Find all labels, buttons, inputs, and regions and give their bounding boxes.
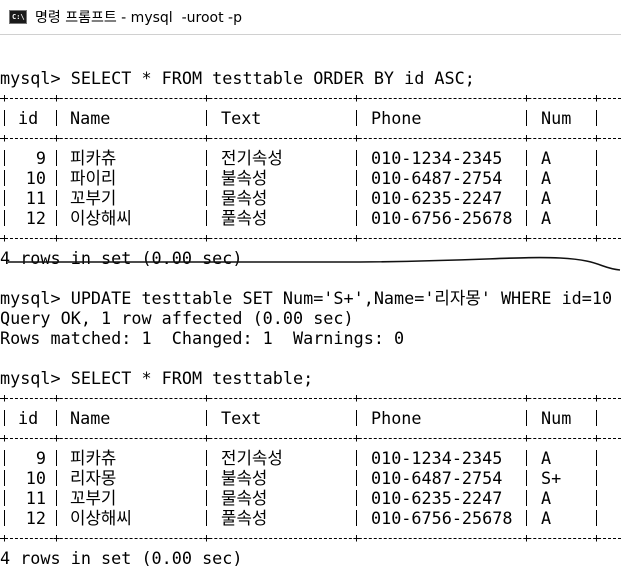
column-header: Name bbox=[70, 108, 111, 128]
table-cell: 11 bbox=[25, 488, 46, 508]
table-cell: 9 bbox=[35, 448, 46, 468]
table-cell: 이상해씨 bbox=[70, 208, 132, 228]
table-cell: 010-6756-25678 bbox=[371, 508, 513, 528]
rows-matched-message: Rows matched: 1 Changed: 1 Warnings: 0 bbox=[0, 328, 405, 348]
table-cell: 010-6235-2247 bbox=[371, 188, 503, 208]
result-summary: 4 rows in set (0.00 sec) bbox=[0, 548, 243, 568]
column-header: id bbox=[18, 108, 39, 128]
table-cell: A bbox=[541, 168, 552, 188]
table-cell: 12 bbox=[25, 208, 46, 228]
table-cell: 풀속성 bbox=[221, 508, 268, 528]
table-cell: 010-6235-2247 bbox=[371, 488, 503, 508]
table-cell: 010-1234-2345 bbox=[371, 148, 503, 168]
query-ok-message: Query OK, 1 row affected (0.00 sec) bbox=[0, 308, 354, 328]
table-cell: 전기속성 bbox=[221, 448, 283, 468]
table-row: 11 꼬부기 물속성 010-6235-2247 A bbox=[0, 188, 621, 208]
table-cell: S+ bbox=[541, 468, 562, 488]
table-row: 9 피카츄 전기속성 010-1234-2345 A bbox=[0, 448, 621, 468]
table-cell: 12 bbox=[25, 508, 46, 528]
table-border: + + + + + + bbox=[0, 428, 621, 448]
table-row: 12 이상해씨 풀속성 010-6756-25678 A bbox=[0, 208, 621, 228]
table-cell: 피카츄 bbox=[70, 148, 117, 168]
table-cell: 010-6756-25678 bbox=[371, 208, 513, 228]
cmd-icon: C:\ bbox=[9, 10, 27, 24]
result-table: + + + + + + id Name Text Phone Num + + + + + +9 피카츄 전기속성 01… bbox=[0, 388, 621, 548]
table-header-row: id Name Text Phone Num bbox=[0, 108, 621, 128]
table-cell: 전기속성 bbox=[221, 148, 283, 168]
table-cell: 10 bbox=[25, 168, 46, 188]
table-border: + + + + + + bbox=[0, 128, 621, 148]
window-title: 명령 프롬프트 - mysql -uroot -p bbox=[35, 10, 242, 26]
table-cell: 물속성 bbox=[221, 188, 268, 208]
column-header: Name bbox=[70, 408, 111, 428]
table-cell: A bbox=[541, 148, 552, 168]
table-cell: A bbox=[541, 488, 552, 508]
table-cell: 불속성 bbox=[221, 168, 268, 188]
table-header-row: id Name Text Phone Num bbox=[0, 408, 621, 428]
table-cell: 물속성 bbox=[221, 488, 268, 508]
command-line: mysql> SELECT * FROM testtable ORDER BY … bbox=[0, 68, 475, 88]
table-border: + + + + + + bbox=[0, 388, 621, 408]
command-line: mysql> UPDATE testtable SET Num='S+',Nam… bbox=[0, 288, 613, 308]
table-row: 9 피카츄 전기속성 010-1234-2345 A bbox=[0, 148, 621, 168]
column-header: Text bbox=[221, 108, 262, 128]
table-cell: 리자몽 bbox=[70, 468, 117, 488]
pen-scribble bbox=[7, 256, 621, 271]
table-cell: 풀속성 bbox=[221, 208, 268, 228]
table-border: + + + + + + bbox=[0, 528, 621, 548]
column-header: Num bbox=[541, 408, 572, 428]
column-header: Num bbox=[541, 108, 572, 128]
table-cell: 010-6487-2754 bbox=[371, 468, 503, 488]
table-cell: A bbox=[541, 448, 552, 468]
table-cell: 꼬부기 bbox=[70, 188, 117, 208]
column-header: Phone bbox=[371, 408, 422, 428]
table-border: + + + + + + bbox=[0, 228, 621, 248]
command-line: mysql> SELECT * FROM testtable; bbox=[0, 368, 314, 388]
table-row: 12 이상해씨 풀속성 010-6756-25678 A bbox=[0, 508, 621, 528]
table-cell: 010-6487-2754 bbox=[371, 168, 503, 188]
table-cell: 10 bbox=[25, 468, 46, 488]
column-header: Text bbox=[221, 408, 262, 428]
table-row: 10 리자몽 불속성 010-6487-2754 S+ bbox=[0, 468, 621, 488]
table-row: 10 파이리 불속성 010-6487-2754 A bbox=[0, 168, 621, 188]
table-cell: A bbox=[541, 508, 552, 528]
table-cell: A bbox=[541, 208, 552, 228]
table-cell: 꼬부기 bbox=[70, 488, 117, 508]
table-cell: 피카츄 bbox=[70, 448, 117, 468]
table-cell: 이상해씨 bbox=[70, 508, 132, 528]
table-cell: 010-1234-2345 bbox=[371, 448, 503, 468]
table-border: + + + + + + bbox=[0, 88, 621, 108]
title-bar[interactable]: C:\ 명령 프롬프트 - mysql -uroot -p bbox=[0, 0, 621, 35]
table-cell: 파이리 bbox=[70, 168, 117, 188]
result-table: + + + + + + id Name Text Phone Num + + + + + +9 피카츄 전기속성 01… bbox=[0, 88, 621, 248]
column-header: id bbox=[18, 408, 39, 428]
table-cell: 9 bbox=[35, 148, 46, 168]
table-cell: 11 bbox=[25, 188, 46, 208]
column-header: Phone bbox=[371, 108, 422, 128]
table-cell: A bbox=[541, 188, 552, 208]
console-output[interactable]: mysql> SELECT * FROM testtable ORDER BY … bbox=[0, 48, 621, 568]
table-cell: 불속성 bbox=[221, 468, 268, 488]
table-row: 11 꼬부기 물속성 010-6235-2247 A bbox=[0, 488, 621, 508]
